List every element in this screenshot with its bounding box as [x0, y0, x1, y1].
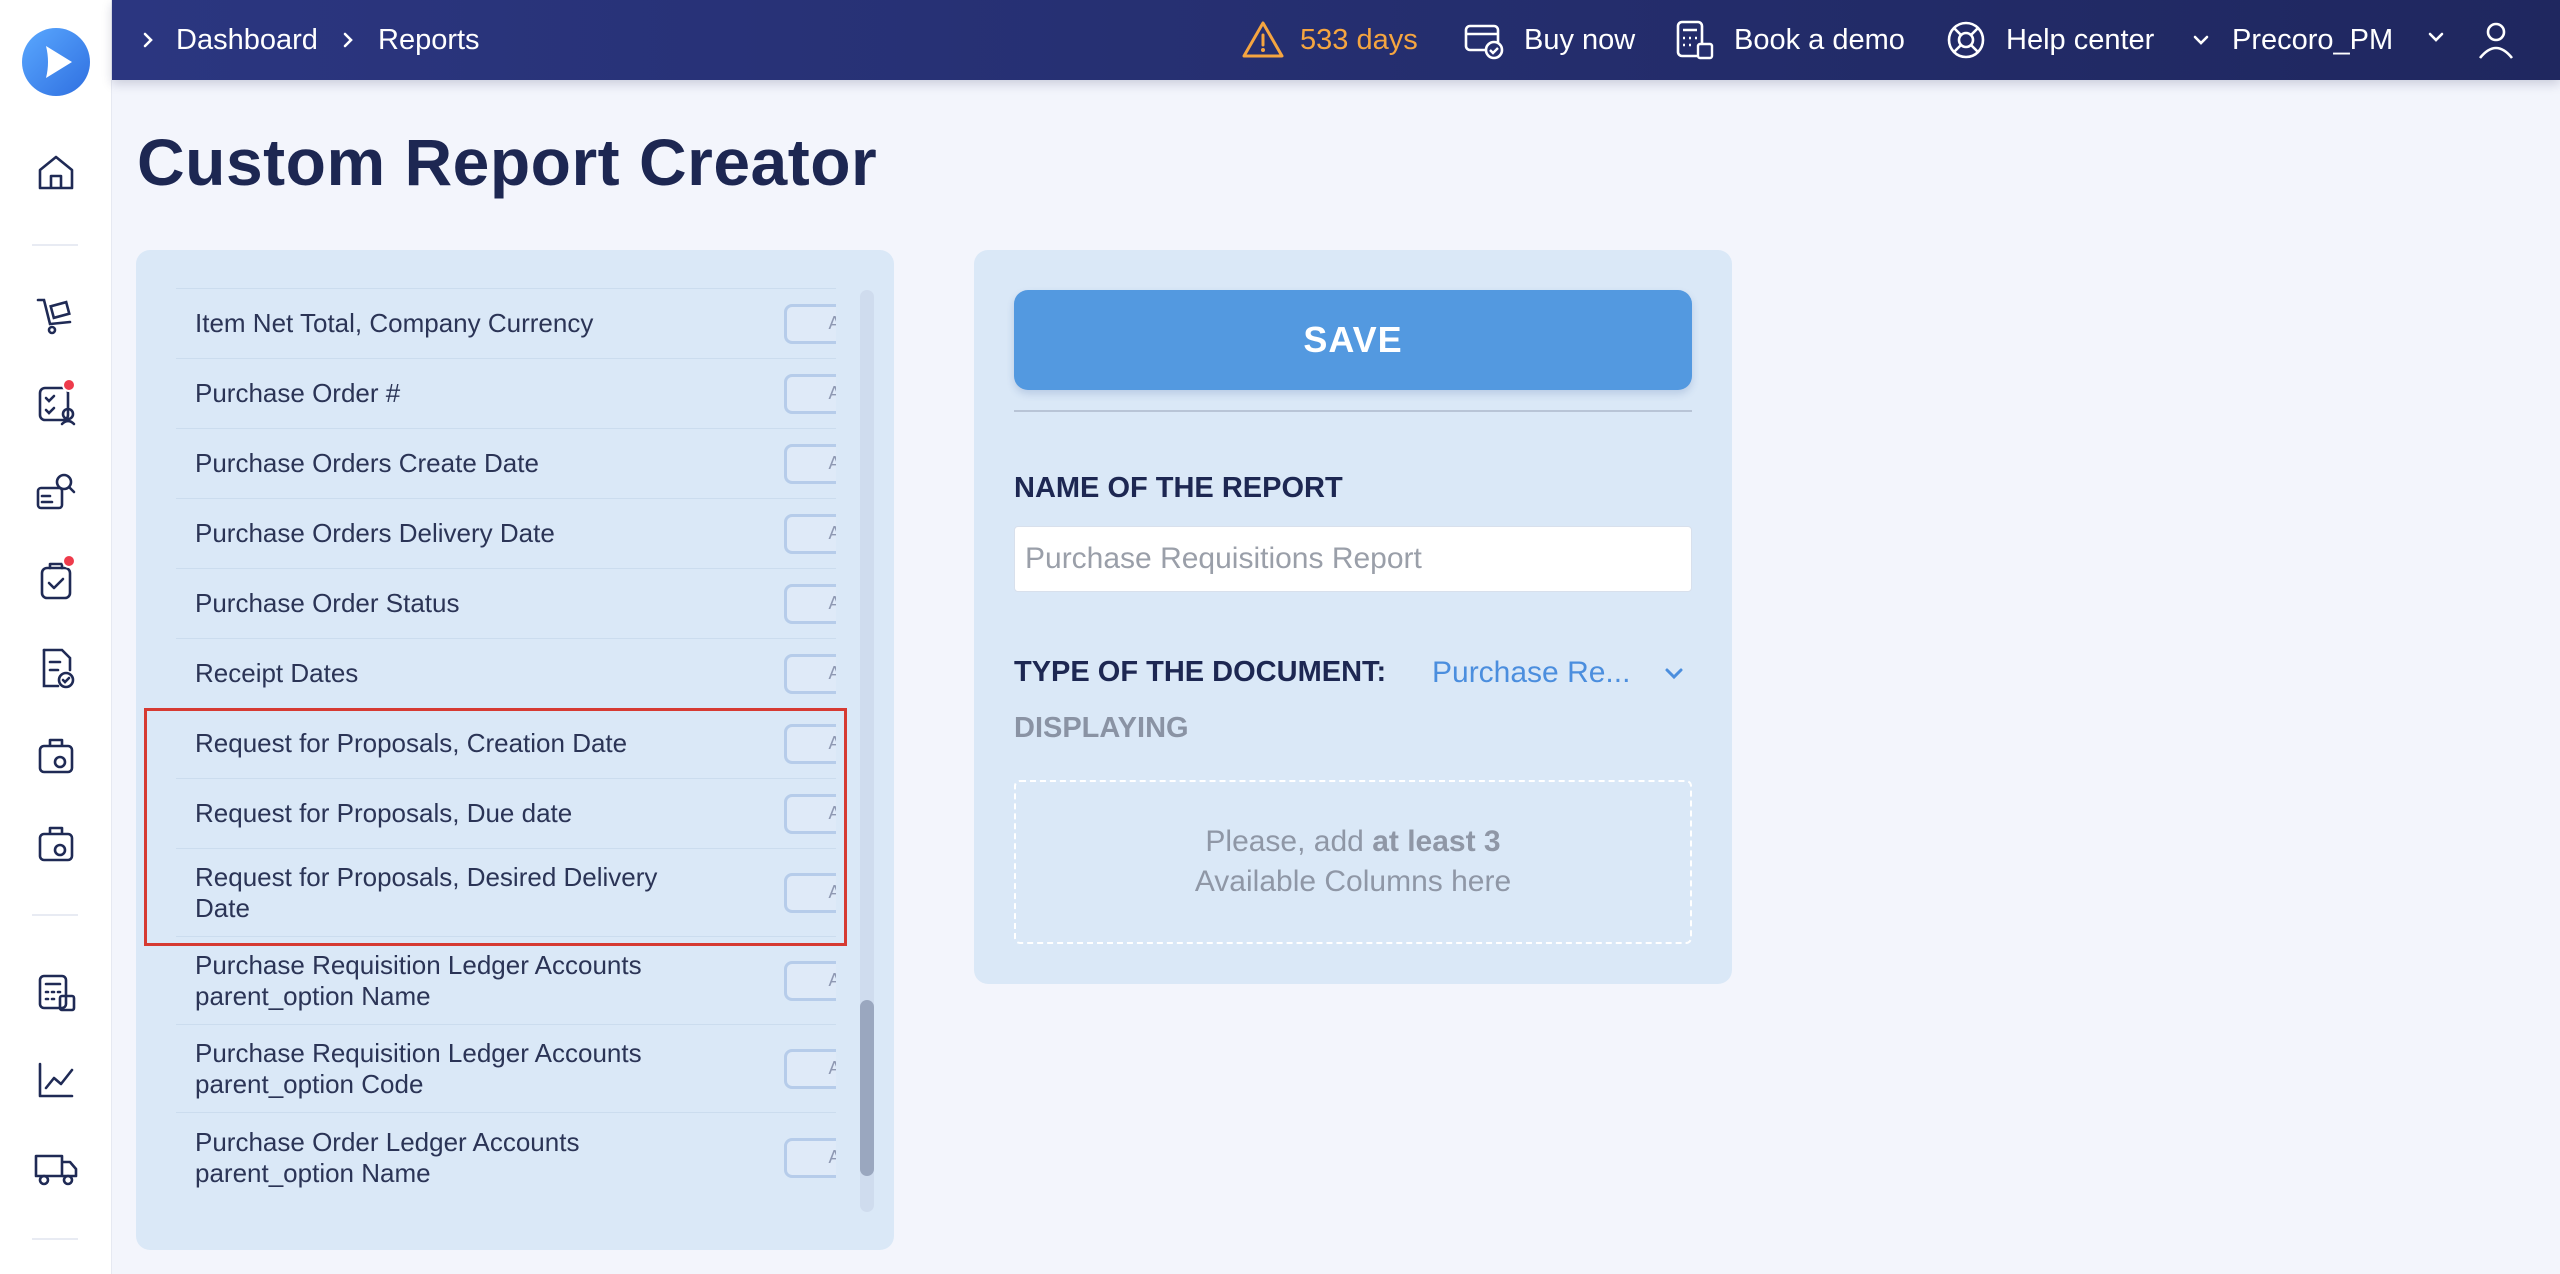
precoro-logo-icon[interactable] — [22, 28, 90, 96]
document-type-label: TYPE OF THE DOCUMENT: — [1014, 656, 1387, 688]
add-column-button[interactable]: ADD — [784, 583, 836, 624]
column-label: Receipt Dates — [195, 658, 359, 688]
sidebar — [0, 0, 112, 1274]
displaying-dropzone[interactable]: Please, add at least 3 Available Columns… — [1014, 780, 1692, 944]
document-type-select[interactable]: Purchase Re... — [1432, 656, 1630, 690]
column-row: Purchase Order Ledger Accounts parent_op… — [176, 1112, 836, 1202]
warning-icon — [1242, 21, 1284, 58]
report-name-input[interactable] — [1014, 526, 1692, 592]
add-column-button[interactable]: ADD — [784, 653, 836, 694]
chevron-down-icon[interactable] — [2188, 27, 2214, 53]
chevron-down-icon[interactable] — [2426, 27, 2452, 53]
user-avatar-icon[interactable] — [2474, 18, 2518, 62]
breadcrumb-dashboard[interactable]: Dashboard — [176, 0, 318, 80]
displaying-label: DISPLAYING — [1014, 712, 1189, 744]
approval-list-icon[interactable] — [28, 376, 84, 432]
column-label: Purchase Requisition Ledger Accounts par… — [195, 1037, 642, 1099]
card-check-icon — [1464, 24, 1504, 60]
column-row: Purchase Requisition Ledger Accounts par… — [176, 936, 836, 1024]
chevron-right-icon — [143, 32, 153, 48]
calculator-icon[interactable] — [28, 964, 84, 1020]
trial-warning[interactable]: 533 days — [1240, 0, 1418, 80]
column-row: Purchase Orders Delivery Date ADD — [176, 498, 836, 568]
lifebuoy-icon — [1947, 21, 1985, 59]
add-column-button[interactable]: ADD — [784, 443, 836, 484]
trial-days-text: 533 days — [1300, 23, 1418, 56]
column-row: Receipt Dates ADD — [176, 638, 836, 708]
breadcrumb-reports[interactable]: Reports — [378, 0, 480, 80]
invoice-check-icon[interactable] — [28, 640, 84, 696]
supplier-search-icon[interactable] — [28, 464, 84, 520]
column-row: Purchase Orders Create Date ADD — [176, 428, 836, 498]
column-label: Purchase Order Ledger Accounts parent_op… — [195, 1126, 580, 1188]
user-menu[interactable]: Precoro_PM — [2232, 0, 2393, 80]
column-row: Purchase Order Status ADD — [176, 568, 836, 638]
order-check-icon[interactable] — [28, 552, 84, 608]
column-label: Item Net Total, Company Currency — [195, 308, 594, 338]
column-row: Purchase Requisition Ledger Accounts par… — [176, 1024, 836, 1112]
sidebar-divider — [32, 244, 78, 246]
help-center-button[interactable]: Help center — [1944, 0, 2154, 80]
column-label: Purchase Orders Delivery Date — [195, 518, 555, 548]
notification-dot — [62, 554, 76, 568]
chevron-right-icon — [343, 32, 353, 48]
add-column-button[interactable]: ADD — [784, 960, 836, 1001]
truck-icon[interactable] — [28, 1140, 84, 1196]
home-icon[interactable] — [28, 144, 84, 200]
add-column-button[interactable]: ADD — [784, 1048, 836, 1089]
dropzone-line-1: Please, add at least 3 — [1205, 822, 1500, 862]
dropzone-text: Please, add — [1205, 825, 1373, 858]
add-column-button[interactable]: ADD — [784, 1137, 836, 1178]
column-row: Item Net Total, Company Currency ADD — [176, 288, 836, 358]
highlight-annotation — [144, 708, 847, 946]
column-label: Purchase Order # — [195, 378, 401, 408]
report-name-label: NAME OF THE REPORT — [1014, 472, 1343, 504]
column-row: Purchase Order # ADD — [176, 358, 836, 428]
report-settings-panel: SAVE NAME OF THE REPORT TYPE OF THE DOCU… — [974, 250, 1732, 984]
calculator-icon — [1676, 20, 1714, 60]
column-label: Purchase Requisition Ledger Accounts par… — [195, 949, 642, 1011]
column-label: Purchase Order Status — [195, 588, 460, 618]
top-bar: Dashboard Reports 533 days Buy now Book … — [112, 0, 2560, 80]
buy-now-label: Buy now — [1524, 23, 1636, 56]
notification-dot — [62, 378, 76, 392]
sidebar-divider — [32, 1238, 78, 1240]
dropzone-emphasis: at least 3 — [1372, 825, 1501, 858]
cart-icon[interactable] — [28, 288, 84, 344]
wallet-icon[interactable] — [28, 816, 84, 872]
save-button[interactable]: SAVE — [1014, 290, 1692, 390]
page-title: Custom Report Creator — [137, 125, 878, 199]
add-column-button[interactable]: ADD — [784, 373, 836, 414]
add-column-button[interactable]: ADD — [784, 513, 836, 554]
columns-scrollbar-thumb[interactable] — [860, 1000, 874, 1176]
buy-now-button[interactable]: Buy now — [1462, 0, 1635, 80]
book-demo-label: Book a demo — [1734, 23, 1905, 56]
dropzone-line-2: Available Columns here — [1194, 865, 1512, 898]
sidebar-divider — [32, 914, 78, 916]
analytics-chart-icon[interactable] — [28, 1052, 84, 1108]
budget-icon[interactable] — [28, 728, 84, 784]
divider — [1014, 410, 1692, 412]
book-demo-button[interactable]: Book a demo — [1672, 0, 1905, 80]
column-label: Purchase Orders Create Date — [195, 448, 539, 478]
help-center-label: Help center — [2006, 23, 2155, 56]
add-column-button[interactable]: ADD — [784, 303, 836, 344]
chevron-down-icon[interactable] — [1660, 660, 1688, 688]
